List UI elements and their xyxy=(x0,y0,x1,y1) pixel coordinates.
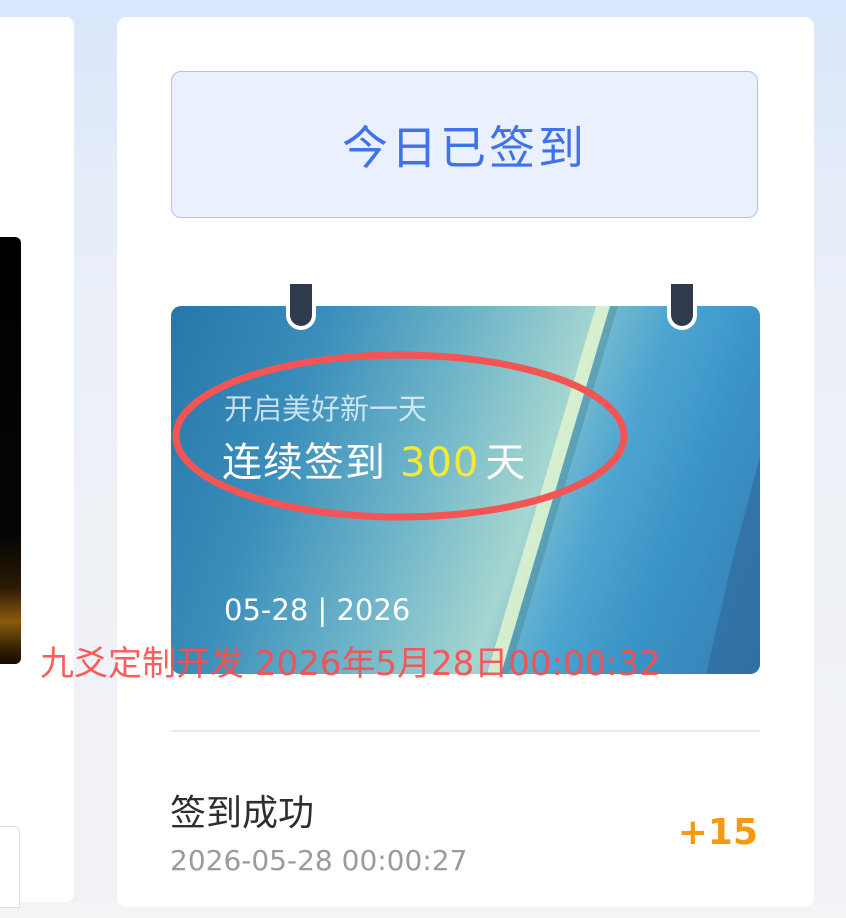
section-divider xyxy=(171,730,760,732)
checked-in-today-label: 今日已签到 xyxy=(342,120,587,175)
watermark-text: 九爻定制开发 2026年5月28日00:00:32 xyxy=(40,644,661,684)
checkin-log-time: 2026-05-28 00:00:27 xyxy=(170,844,468,877)
checkin-log-points: +15 xyxy=(677,812,758,853)
checkin-log-title: 签到成功 xyxy=(170,793,315,834)
left-panel-image[interactable] xyxy=(0,237,21,664)
annotation-ellipse xyxy=(172,351,628,521)
calendar-binder-ring-left xyxy=(286,284,316,330)
checked-in-today-button[interactable]: 今日已签到 xyxy=(171,71,758,218)
calendar-date: 05-28 | 2026 xyxy=(224,593,411,627)
left-panel-input[interactable] xyxy=(0,826,20,908)
calendar-binder-ring-right xyxy=(667,284,697,330)
